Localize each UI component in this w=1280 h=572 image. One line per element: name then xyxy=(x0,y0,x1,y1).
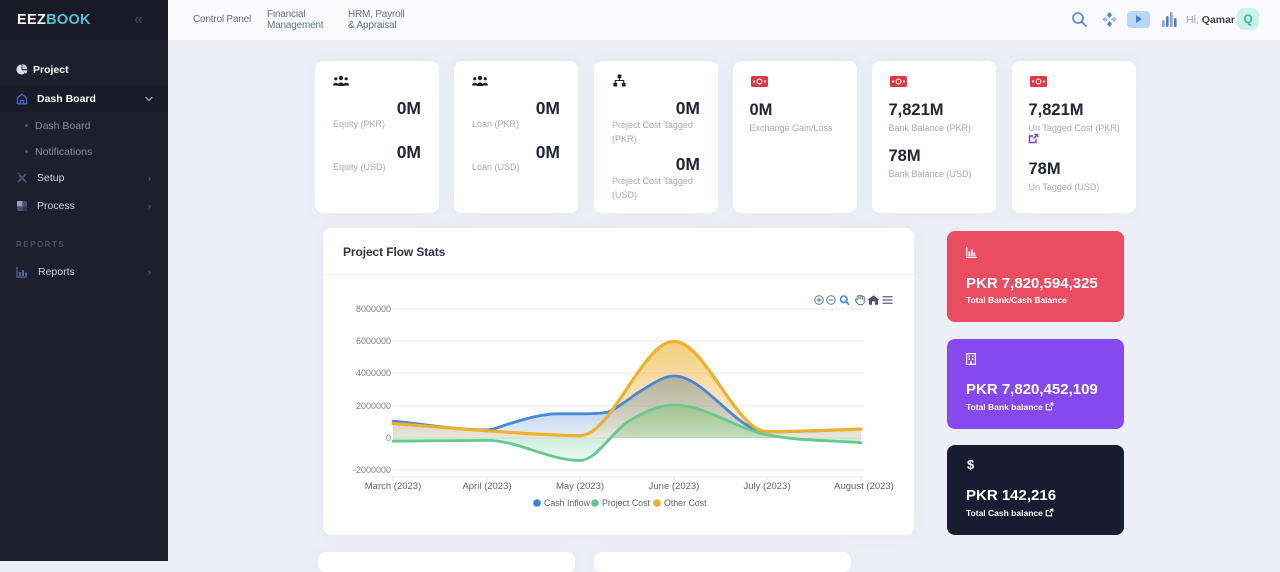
svg-text:4000000: 4000000 xyxy=(356,368,391,378)
svg-text:0: 0 xyxy=(386,433,391,443)
svg-text:May (2023): May (2023) xyxy=(556,481,604,492)
svg-text:Other Cost: Other Cost xyxy=(664,498,707,508)
svg-text:June (2023): June (2023) xyxy=(649,481,700,492)
svg-text:6000000: 6000000 xyxy=(356,336,391,346)
svg-text:August (2023): August (2023) xyxy=(834,481,894,492)
svg-text:-2000000: -2000000 xyxy=(353,465,391,475)
svg-text:July (2023): July (2023) xyxy=(744,481,791,492)
svg-text:Cash Inflow: Cash Inflow xyxy=(544,498,591,508)
svg-text:Project Cost: Project Cost xyxy=(602,498,650,508)
svg-text:2000000: 2000000 xyxy=(356,401,391,411)
svg-text:April (2023): April (2023) xyxy=(462,481,511,492)
svg-text:8000000: 8000000 xyxy=(356,304,391,314)
svg-text:March (2023): March (2023) xyxy=(365,481,422,492)
